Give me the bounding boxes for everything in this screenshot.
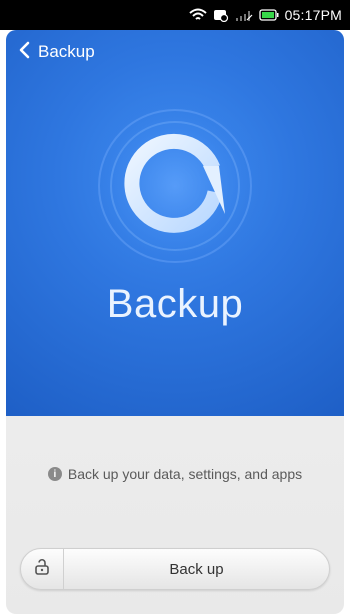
unlock-icon (33, 558, 51, 581)
header-title: Backup (38, 42, 95, 61)
status-time: 05:17PM (284, 7, 342, 23)
lock-button[interactable] (21, 549, 64, 589)
signal-icon (235, 8, 253, 22)
wifi-icon (188, 8, 207, 22)
chevron-left-icon (18, 41, 30, 64)
notification-icon (213, 8, 229, 22)
main-card: Backup Backup i Back up your data, setti… (6, 30, 344, 614)
backup-logo-icon (85, 96, 265, 276)
info-row: i Back up your data, settings, and apps (6, 466, 344, 482)
info-icon: i (47, 467, 62, 481)
back-up-button[interactable]: Back up (64, 561, 329, 578)
hero-panel: Backup Backup (6, 30, 344, 416)
back-button[interactable]: Backup (18, 41, 95, 64)
status-bar: 05:17PM (0, 0, 350, 30)
top-bar: Backup (6, 34, 344, 70)
app-name: Backup (106, 282, 244, 326)
battery-icon (258, 9, 279, 21)
info-text: Back up your data, settings, and apps (67, 466, 303, 482)
backup-action-bar: Back up (20, 548, 330, 590)
